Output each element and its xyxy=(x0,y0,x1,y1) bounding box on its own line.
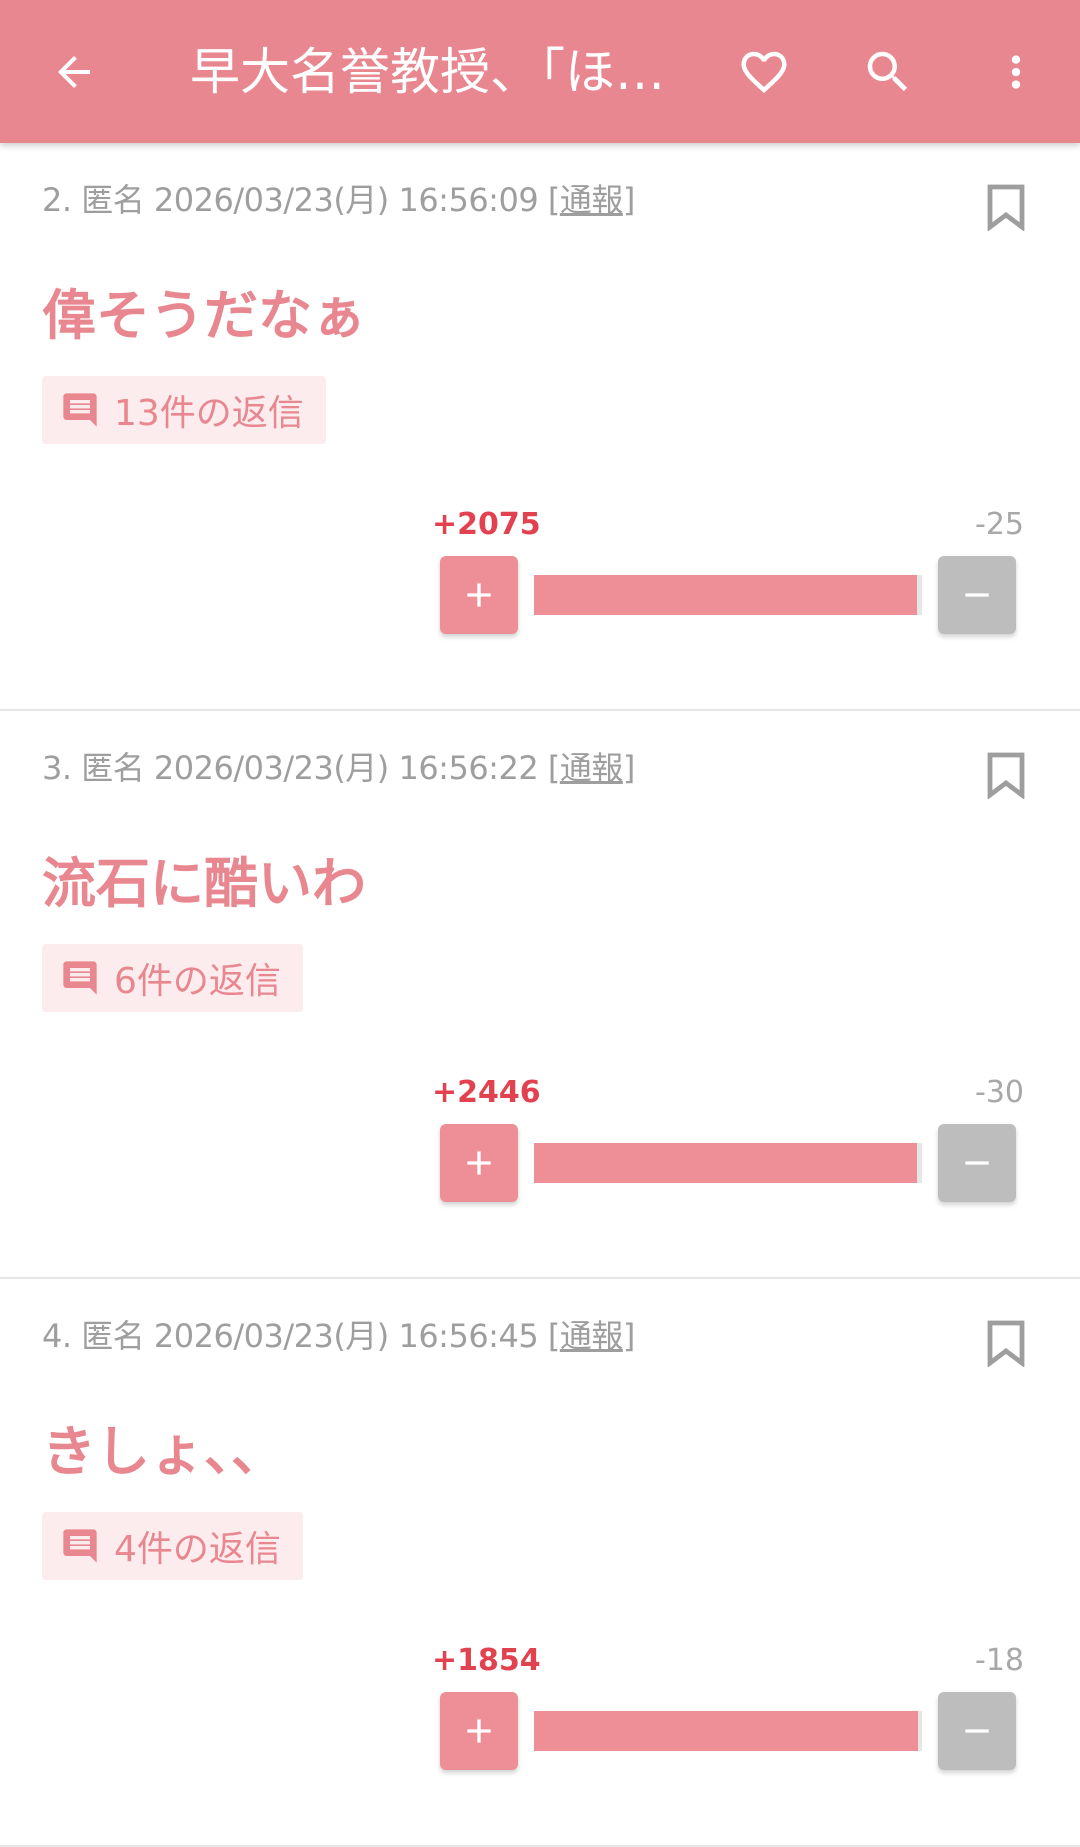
report-link[interactable]: 通報 xyxy=(560,181,624,219)
vote-ratio-fill xyxy=(534,575,918,615)
plus-vote-button[interactable] xyxy=(440,556,518,634)
minus-vote-button[interactable] xyxy=(938,1124,1016,1202)
replies-label: 4件の返信 xyxy=(114,1529,281,1570)
plus-icon xyxy=(467,1719,491,1743)
plus-vote-button[interactable] xyxy=(440,1692,518,1770)
plus-count: +1854 xyxy=(432,1643,541,1678)
comment-meta: 4. 匿名 2026/03/23(月) 16:56:45 [通報] xyxy=(42,1317,635,1355)
bookmark-icon[interactable] xyxy=(986,183,1026,231)
plus-icon xyxy=(467,1151,491,1175)
back-arrow-icon xyxy=(58,56,90,88)
minus-icon xyxy=(965,1729,989,1733)
minus-icon xyxy=(965,593,989,597)
replies-button[interactable]: 13件の返信 xyxy=(42,376,326,444)
report-link[interactable]: 通報 xyxy=(560,749,624,787)
replies-label: 6件の返信 xyxy=(114,961,281,1002)
app-bar: 早大名誉教授、「ほ… xyxy=(0,0,1080,143)
plus-vote-button[interactable] xyxy=(440,1124,518,1202)
replies-label: 13件の返信 xyxy=(114,393,304,434)
comment-header: 3. 匿名 2026/03/23(月) 16:56:22 xyxy=(42,749,548,787)
comment-meta: 3. 匿名 2026/03/23(月) 16:56:22 [通報] xyxy=(42,749,635,787)
comment-icon xyxy=(63,393,97,427)
favorite-button[interactable] xyxy=(728,36,800,108)
minus-icon xyxy=(965,1161,989,1165)
more-vertical-icon xyxy=(1011,55,1021,89)
search-icon xyxy=(867,51,908,92)
vote-ratio-bar xyxy=(534,1711,922,1751)
vote-ratio-bar xyxy=(534,575,922,615)
vote-ratio-fill xyxy=(534,1711,919,1751)
minus-vote-button[interactable] xyxy=(938,556,1016,634)
heart-icon xyxy=(741,51,787,94)
minus-count: -18 xyxy=(975,1643,1024,1678)
back-button[interactable] xyxy=(38,36,110,108)
minus-count: -30 xyxy=(975,1075,1024,1110)
comment-body: 流石に酷いわ xyxy=(42,852,366,915)
comment-header: 4. 匿名 2026/03/23(月) 16:56:45 xyxy=(42,1317,548,1355)
plus-count: +2446 xyxy=(432,1075,541,1110)
comment-body: きしょ、、 xyxy=(42,1420,285,1483)
bookmark-icon[interactable] xyxy=(986,751,1026,799)
replies-button[interactable]: 6件の返信 xyxy=(42,944,303,1012)
comment-header: 2. 匿名 2026/03/23(月) 16:56:09 xyxy=(42,181,548,219)
comment-item: 2. 匿名 2026/03/23(月) 16:56:09 [通報] 偉そうだなぁ… xyxy=(0,143,1080,711)
plus-count: +2075 xyxy=(432,507,541,542)
vote-ratio-fill xyxy=(534,1143,918,1183)
report-link[interactable]: 通報 xyxy=(560,1317,624,1355)
search-button[interactable] xyxy=(852,36,924,108)
page-title: 早大名誉教授、「ほ… xyxy=(190,43,665,101)
minus-vote-button[interactable] xyxy=(938,1692,1016,1770)
plus-icon xyxy=(467,583,491,607)
comment-body: 偉そうだなぁ xyxy=(42,284,366,347)
replies-button[interactable]: 4件の返信 xyxy=(42,1512,303,1580)
comment-icon xyxy=(63,961,97,995)
vote-ratio-bar xyxy=(534,1143,922,1183)
minus-count: -25 xyxy=(975,507,1024,542)
comment-item: 3. 匿名 2026/03/23(月) 16:56:22 [通報] 流石に酷いわ… xyxy=(0,711,1080,1279)
comment-item: 4. 匿名 2026/03/23(月) 16:56:45 [通報] きしょ、、 … xyxy=(0,1279,1080,1847)
comment-meta: 2. 匿名 2026/03/23(月) 16:56:09 [通報] xyxy=(42,181,635,219)
comment-list: 2. 匿名 2026/03/23(月) 16:56:09 [通報] 偉そうだなぁ… xyxy=(0,143,1080,1847)
more-button[interactable] xyxy=(980,36,1052,108)
bookmark-icon[interactable] xyxy=(986,1319,1026,1367)
comment-icon xyxy=(63,1529,97,1563)
